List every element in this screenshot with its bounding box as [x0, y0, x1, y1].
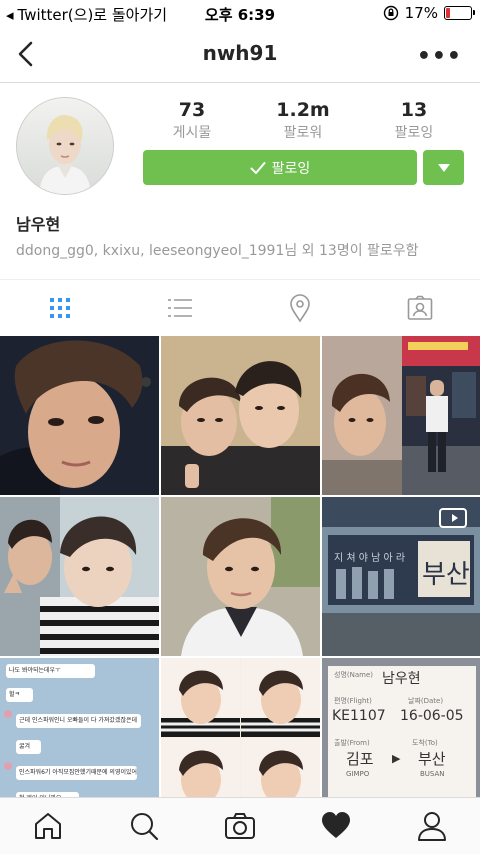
post-image: 부산 지 쳐 야 남 아 라 — [322, 497, 480, 656]
profile-name: 남우현 — [16, 215, 61, 234]
stat-value: 13 — [400, 99, 428, 121]
following-button-label: 팔로잉 — [271, 160, 311, 177]
grid-post[interactable] — [322, 336, 480, 495]
grid-post[interactable] — [161, 497, 320, 656]
avatar-image — [17, 98, 113, 194]
bp-from-en: GIMPO — [346, 770, 370, 778]
post-image — [161, 497, 320, 656]
battery-fill — [446, 8, 450, 18]
bp-to: 부산 — [418, 750, 446, 768]
profile-stats: 73 게시물 1.2m 팔로워 13 팔로잉 — [142, 99, 464, 142]
bp-name: 남우현 — [382, 671, 421, 687]
stat-value: 1.2m — [276, 99, 330, 121]
chat-avatar — [4, 762, 12, 770]
grid-post[interactable]: 성명(Name) 남우현 편명(Flight) 날짜(Date) KE1107 … — [322, 658, 480, 817]
followers-count[interactable]: 1.2m 팔로워 — [253, 99, 353, 142]
posts-count[interactable]: 73 게시물 — [142, 99, 242, 142]
bottom-tab-bar — [0, 797, 480, 854]
list-icon — [168, 299, 192, 317]
more-horizontal-icon[interactable]: ••• — [417, 44, 462, 69]
following-button[interactable]: 팔로잉 — [143, 150, 417, 185]
stat-value: 73 — [178, 99, 206, 121]
profile-icon[interactable] — [416, 810, 448, 842]
tab-places[interactable] — [286, 294, 314, 322]
battery-percent: 17% — [404, 4, 438, 22]
triangle-down-icon — [437, 163, 450, 172]
tab-grid[interactable] — [46, 294, 74, 322]
grid-post[interactable] — [161, 336, 320, 495]
svg-text:부산: 부산 — [422, 560, 470, 590]
bp-to-label: 도착(To) — [412, 739, 438, 747]
followed-by-text[interactable]: ddong_gg0, kxixu, leeseongyeol_1991님 외 1… — [16, 240, 419, 260]
post-image — [161, 336, 320, 495]
search-icon[interactable] — [128, 810, 160, 842]
bp-date: 16-06-05 — [400, 708, 464, 724]
post-image — [161, 658, 320, 817]
post-image — [0, 336, 159, 495]
page-title: nwh91 — [202, 41, 278, 65]
chat-message: 헐ㅋ — [6, 688, 33, 702]
post-image — [0, 497, 159, 656]
tagged-person-icon — [407, 295, 433, 320]
grid-post[interactable] — [161, 658, 320, 817]
post-image — [322, 336, 480, 495]
profile-tabs — [0, 279, 480, 337]
chat-message: 굶겨 — [16, 740, 41, 754]
camera-icon[interactable] — [224, 810, 256, 842]
grid-post[interactable] — [0, 497, 159, 656]
location-pin-icon — [290, 294, 310, 322]
rotation-lock-icon — [383, 5, 398, 21]
stat-label: 팔로워 — [283, 125, 323, 141]
battery-icon — [444, 6, 475, 20]
tab-tagged[interactable] — [406, 294, 434, 322]
bp-to-en: BUSAN — [420, 770, 445, 778]
following-count[interactable]: 13 팔로잉 — [364, 99, 464, 142]
chat-message: 나도 봐야되는데우ㅜ — [6, 664, 95, 678]
chat-avatar — [4, 710, 12, 718]
tab-list[interactable] — [166, 294, 194, 322]
bp-flight: KE1107 — [332, 708, 386, 724]
boarding-pass: 성명(Name) 남우현 편명(Flight) 날짜(Date) KE1107 … — [328, 666, 476, 817]
grid-post[interactable] — [0, 336, 159, 495]
bus-ad-text: 지 쳐 야 남 아 라 — [334, 552, 405, 564]
suggestions-dropdown-button[interactable] — [423, 150, 464, 185]
nav-bar: nwh91 ••• — [0, 26, 480, 83]
home-icon[interactable] — [32, 810, 64, 842]
status-right: 17% — [383, 4, 475, 22]
stat-label: 팔로잉 — [394, 125, 434, 141]
grid-icon — [50, 298, 70, 318]
avatar[interactable] — [16, 97, 114, 195]
bp-flight-label: 편명(Flight) — [334, 697, 372, 705]
status-bar: ◂ Twitter(으)로 돌아가기 오후 6:39 17% — [0, 0, 480, 26]
chat-message: 근데 인스파워인니 오빠들이 다 가져갔겠잖은데 — [16, 714, 141, 728]
heart-icon[interactable] — [320, 810, 352, 842]
chat-message: 인스파워6기 아직모집안했기때문에 의영이있어 — [16, 766, 137, 780]
stat-label: 게시물 — [172, 125, 212, 141]
bp-date-label: 날짜(Date) — [408, 697, 444, 705]
bp-from: 김포 — [346, 750, 374, 768]
bp-name-label: 성명(Name) — [334, 671, 373, 679]
checkmark-icon — [250, 161, 266, 174]
grid-post-video[interactable]: 부산 지 쳐 야 남 아 라 — [322, 497, 480, 656]
bp-from-label: 출발(From) — [334, 739, 370, 747]
play-triangle-icon: ▶ — [392, 752, 401, 765]
grid-post[interactable]: 나도 봐야되는데우ㅜ 헐ㅋ 근데 인스파워인니 오빠들이 다 가져갔겠잖은데 굶… — [0, 658, 159, 817]
